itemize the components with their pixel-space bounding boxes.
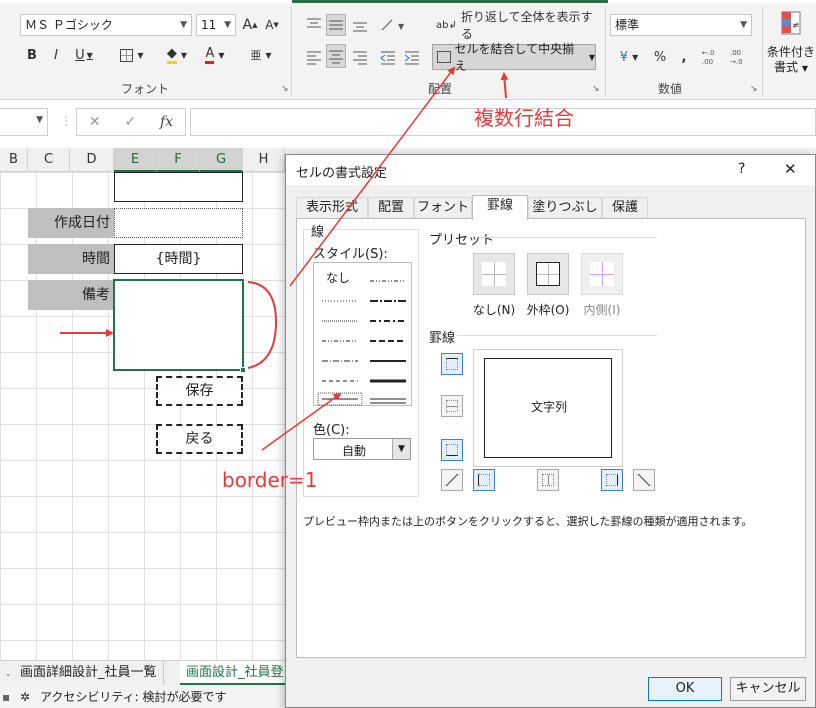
border-annotation: border=1 [222, 468, 318, 492]
merge-annotation: 複数行結合 [474, 106, 574, 130]
annotation-overlay [60, 66, 509, 451]
tab-border[interactable]: 罫線 [472, 195, 528, 220]
annotation-bracket [247, 281, 278, 369]
annotation-arrow-border [261, 392, 342, 451]
annotation-arrow-merge [289, 66, 509, 287]
